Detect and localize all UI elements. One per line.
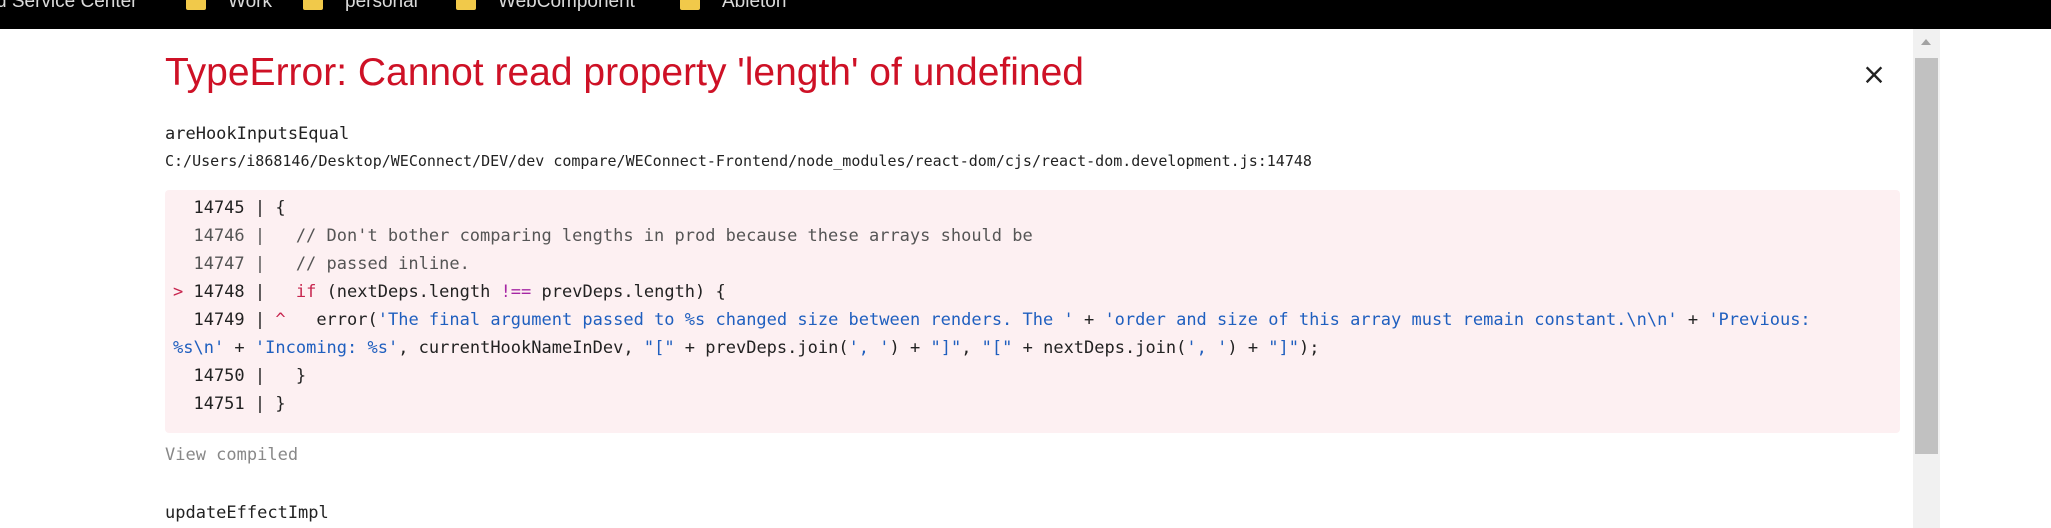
code-line: 14746 | // Don't bother comparing length… [173, 226, 1033, 246]
code-line: 14749 | ^ error('The final argument pass… [173, 310, 1811, 330]
bookmark-label: Work [228, 0, 272, 12]
bookmark-personal[interactable]: personal [303, 0, 418, 12]
code-line-highlighted: > 14748 | if (nextDeps.length !== prevDe… [173, 282, 726, 302]
bookmark-label: personal [345, 0, 418, 12]
error-caret: ^ [275, 310, 286, 330]
folder-icon [303, 0, 323, 10]
view-compiled-link[interactable]: View compiled [165, 445, 298, 465]
bookmark-label: Ableton [722, 0, 787, 12]
code-line: 14751 | } [173, 394, 286, 414]
bookmark-label: WebComponent [498, 0, 635, 12]
error-title: TypeError: Cannot read property 'length'… [165, 51, 1084, 94]
bookmark-label: d Service Center [0, 0, 138, 12]
bookmark-work[interactable]: Work [186, 0, 272, 12]
stack-frame-file-path[interactable]: C:/Users/i868146/Desktop/WEConnect/DEV/d… [165, 152, 1312, 170]
scrollbar-thumb[interactable] [1915, 58, 1938, 454]
folder-icon [186, 0, 206, 10]
code-line: 14745 | { [173, 198, 286, 218]
code-frame: 14745 | { 14746 | // Don't bother compar… [165, 190, 1900, 433]
code-line: 14750 | } [173, 366, 307, 386]
stack-frame-function-name: updateEffectImpl [165, 503, 329, 523]
stack-frame-function-name: areHookInputsEqual [165, 124, 350, 144]
scrollbar[interactable] [1913, 29, 1940, 528]
scroll-up-arrow-icon[interactable] [1913, 29, 1940, 56]
close-icon[interactable]: × [1857, 57, 1891, 91]
error-overlay: TypeError: Cannot read property 'length'… [0, 29, 1940, 528]
folder-icon [680, 0, 700, 10]
bookmark-service-center[interactable]: d Service Center [0, 0, 138, 12]
code-line-wrapped: %s\n' + 'Incoming: %s', currentHookNameI… [173, 338, 1320, 358]
error-line-marker: > [173, 282, 194, 302]
code-line: 14747 | // passed inline. [173, 254, 470, 274]
bookmarks-bar: d Service Center Work personal WebCompon… [0, 0, 2051, 29]
folder-icon [456, 0, 476, 10]
bookmark-webcomponent[interactable]: WebComponent [456, 0, 635, 12]
bookmark-ableton[interactable]: Ableton [680, 0, 786, 12]
